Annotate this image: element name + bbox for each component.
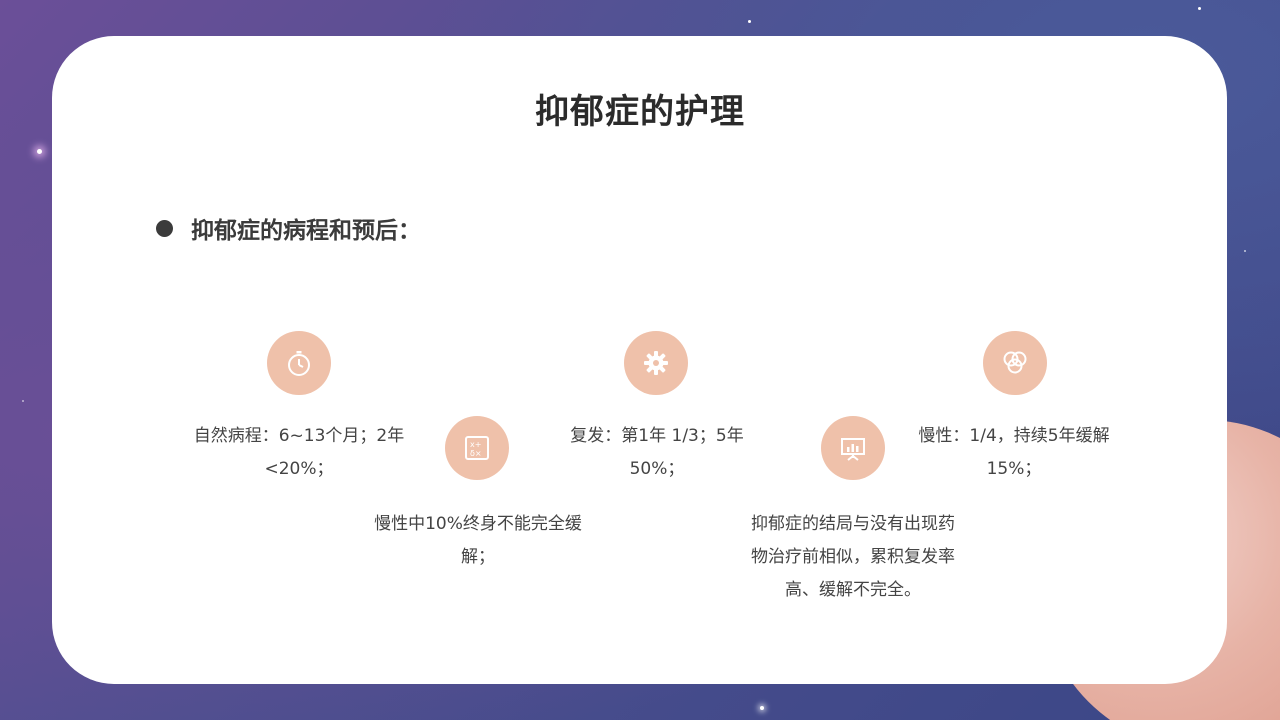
- gear-icon: [624, 331, 688, 395]
- star-decoration: [22, 400, 24, 402]
- item-text-outcome: 抑郁症的结局与没有出现药物治疗前相似，累积复发率高、缓解不完全。: [751, 514, 955, 600]
- item-text-chronic: 慢性：1/4，持续5年缓解15%；: [918, 426, 1110, 479]
- page-title: 抑郁症的护理: [535, 92, 745, 132]
- star-decoration: [37, 149, 42, 154]
- formula-icon: x+ δ×: [445, 416, 509, 480]
- star-decoration: [1198, 7, 1201, 10]
- svg-text:x+: x+: [470, 440, 481, 449]
- star-decoration: [760, 706, 764, 710]
- section-heading-text: 抑郁症的病程和预后：: [191, 218, 421, 244]
- item-text-chronic-remission: 慢性中10%终身不能完全缓解；: [374, 514, 582, 567]
- item-text-recurrence: 复发：第1年 1/3；5年50%；: [570, 426, 744, 479]
- star-decoration: [748, 20, 751, 23]
- star-decoration: [1244, 250, 1246, 252]
- svg-text:δ×: δ×: [470, 449, 482, 458]
- section-heading: 抑郁症的病程和预后：: [156, 210, 421, 246]
- bullet-dot: [156, 219, 173, 237]
- stopwatch-icon: [267, 331, 331, 395]
- overlap-circles-icon: [983, 331, 1047, 395]
- item-text-natural-course: 自然病程：6~13个月；2年<20%；: [193, 426, 405, 479]
- presentation-chart-icon: [821, 416, 885, 480]
